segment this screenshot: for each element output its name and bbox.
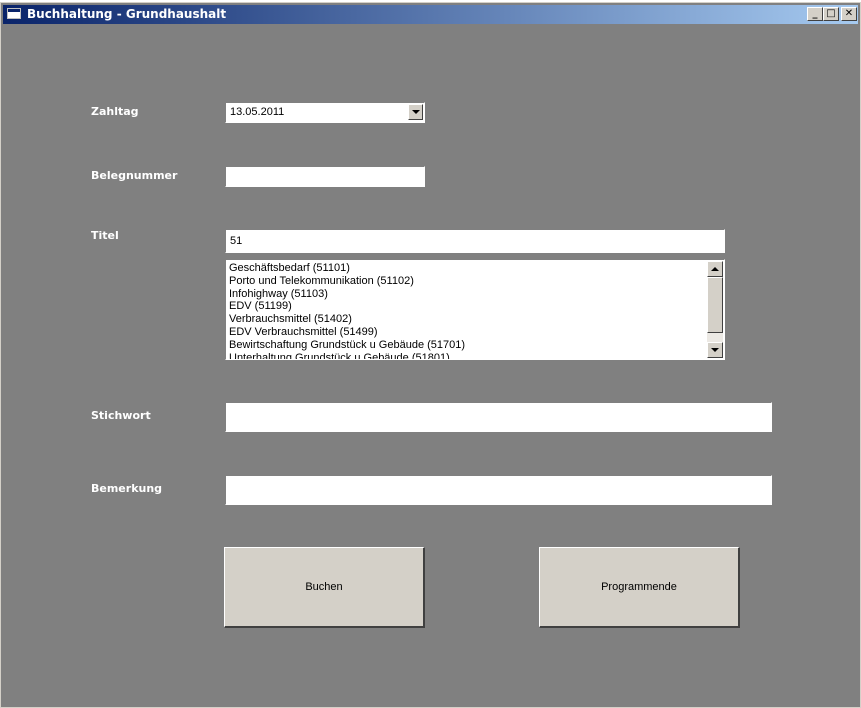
maximize-button[interactable]: □	[823, 7, 839, 21]
title-bar[interactable]: Buchhaltung - Grundhaushalt _ □ ✕	[3, 5, 858, 24]
list-item[interactable]: Porto und Telekommunikation (51102)	[229, 275, 704, 288]
close-button[interactable]: ✕	[841, 7, 857, 21]
belegnummer-input[interactable]	[225, 166, 425, 187]
list-item[interactable]: Verbrauchsmittel (51402)	[229, 313, 704, 326]
belegnummer-label: Belegnummer	[91, 169, 178, 182]
stichwort-label: Stichwort	[91, 409, 151, 422]
list-item[interactable]: Unterhaltung Grundstück u Gebäude (51801…	[229, 352, 704, 359]
bemerkung-label: Bemerkung	[91, 482, 163, 495]
titel-input[interactable]	[225, 229, 725, 253]
bemerkung-input[interactable]	[225, 475, 772, 505]
zahltag-value: 13.05.2011	[230, 106, 285, 118]
titel-listbox[interactable]: Geschäftsbedarf (51101) Porto und Teleko…	[225, 259, 725, 360]
list-item[interactable]: EDV (51199)	[229, 300, 704, 313]
programmende-button[interactable]: Programmende	[539, 547, 740, 628]
zahltag-combobox[interactable]: 13.05.2011	[225, 102, 425, 123]
zahltag-label: Zahltag	[91, 105, 139, 118]
list-item[interactable]: EDV Verbrauchsmittel (51499)	[229, 326, 704, 339]
listbox-scrollbar[interactable]	[707, 261, 723, 358]
scroll-down-icon[interactable]	[707, 342, 723, 358]
window-icon	[7, 8, 21, 19]
titel-label: Titel	[91, 229, 119, 242]
list-item[interactable]: Geschäftsbedarf (51101)	[229, 262, 704, 275]
main-window: Buchhaltung - Grundhaushalt _ □ ✕ Zahlta…	[0, 2, 861, 708]
stichwort-input[interactable]	[225, 402, 772, 432]
list-item[interactable]: Infohighway (51103)	[229, 288, 704, 301]
scroll-up-icon[interactable]	[707, 261, 723, 277]
chevron-down-icon[interactable]	[408, 104, 423, 120]
scroll-thumb[interactable]	[707, 277, 723, 333]
list-item[interactable]: Bewirtschaftung Grundstück u Gebäude (51…	[229, 339, 704, 352]
minimize-button[interactable]: _	[807, 7, 823, 21]
buchen-button[interactable]: Buchen	[224, 547, 425, 628]
window-title: Buchhaltung - Grundhaushalt	[27, 7, 227, 21]
